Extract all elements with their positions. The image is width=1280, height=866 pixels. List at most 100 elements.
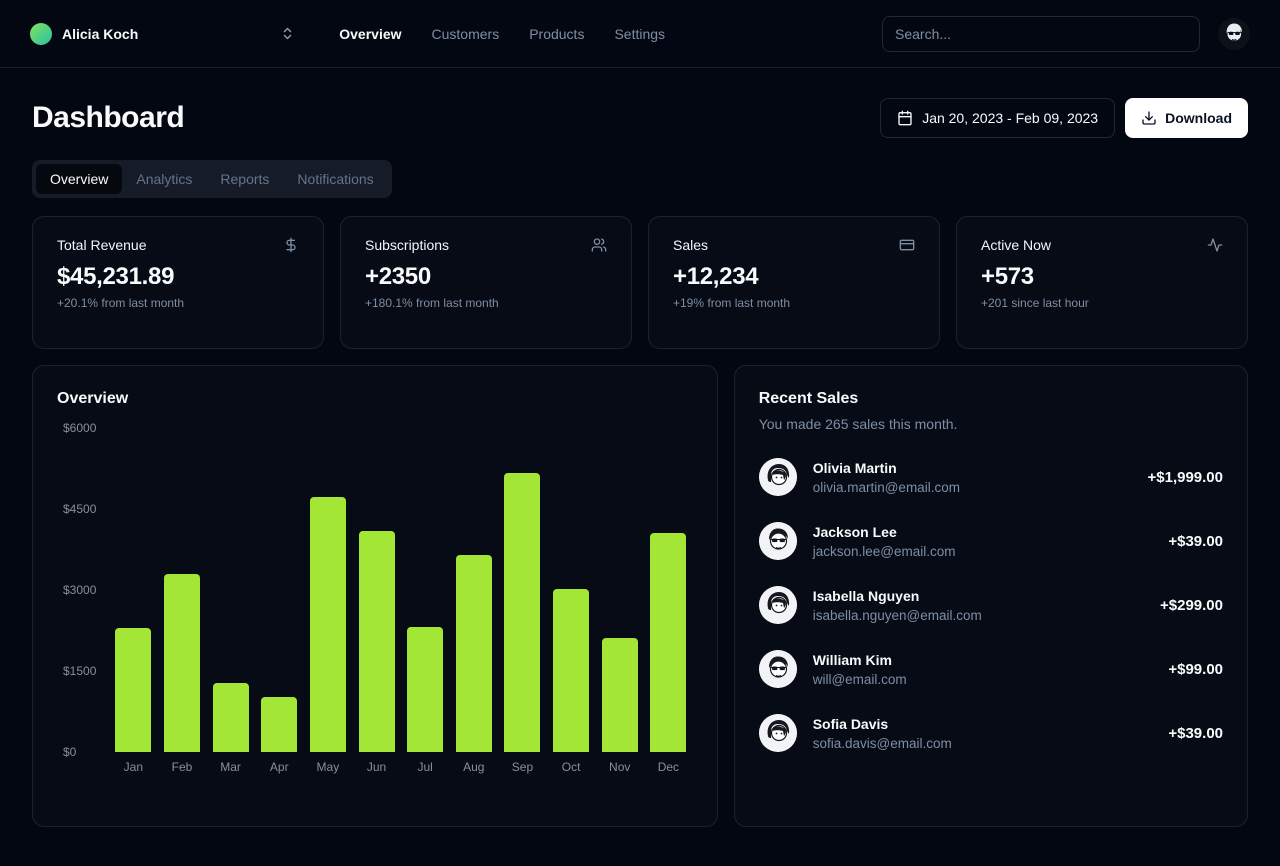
sale-row: Isabella Nguyen isabella.nguyen@email.co… bbox=[759, 586, 1223, 624]
recent-sales-list: Olivia Martin olivia.martin@email.com +$… bbox=[759, 458, 1223, 752]
dashboard-main: Dashboard Jan 20, 2023 - Feb 09, 2023 Do… bbox=[0, 98, 1280, 827]
y-tick-label: $4500 bbox=[63, 502, 96, 516]
chart-bar-mar bbox=[213, 683, 249, 752]
main-nav: Overview Customers Products Settings bbox=[339, 26, 665, 42]
chart-bar-oct bbox=[553, 589, 589, 752]
y-tick-label: $1500 bbox=[63, 664, 96, 678]
x-tick-label: Dec bbox=[644, 760, 693, 774]
top-navigation-bar: Alicia Koch Overview Customers Products … bbox=[0, 0, 1280, 68]
stat-card-subscriptions: Subscriptions +2350 +180.1% from last mo… bbox=[340, 216, 632, 349]
stat-value: +573 bbox=[981, 263, 1223, 291]
recent-sales-title: Recent Sales bbox=[759, 390, 1223, 408]
customer-name: Jackson Lee bbox=[813, 524, 956, 540]
stat-change: +201 since last hour bbox=[981, 296, 1223, 310]
customer-email: olivia.martin@email.com bbox=[813, 480, 960, 495]
page-title: Dashboard bbox=[32, 101, 184, 135]
x-tick-label: Nov bbox=[595, 760, 644, 774]
dollar-icon bbox=[283, 237, 299, 253]
bar-slot-jun bbox=[352, 428, 401, 752]
chart-bar-jun bbox=[359, 531, 395, 752]
stat-card-sales: Sales +12,234 +19% from last month bbox=[648, 216, 940, 349]
x-tick-label: Sep bbox=[498, 760, 547, 774]
overview-chart-card: Overview $0 $1500 $3000 $4500 $6000 JanFebMa… bbox=[32, 365, 718, 827]
x-tick-label: Mar bbox=[206, 760, 255, 774]
chart-bar-aug bbox=[456, 555, 492, 752]
download-label: Download bbox=[1165, 110, 1232, 126]
bar-slot-may bbox=[304, 428, 353, 752]
tab-notifications[interactable]: Notifications bbox=[283, 164, 387, 194]
customer-avatar bbox=[759, 586, 797, 624]
chart-plot-area bbox=[109, 428, 693, 752]
customer-email: jackson.lee@email.com bbox=[813, 544, 956, 559]
chart-bar-dec bbox=[650, 533, 686, 752]
sale-row: William Kim will@email.com +$99.00 bbox=[759, 650, 1223, 688]
bar-slot-feb bbox=[158, 428, 207, 752]
stat-title: Sales bbox=[673, 237, 708, 253]
x-tick-label: Oct bbox=[547, 760, 596, 774]
sale-row: Jackson Lee jackson.lee@email.com +$39.0… bbox=[759, 522, 1223, 560]
download-button[interactable]: Download bbox=[1125, 98, 1248, 138]
chart-bar-sep bbox=[504, 473, 540, 752]
page-header: Dashboard Jan 20, 2023 - Feb 09, 2023 Do… bbox=[32, 98, 1248, 138]
tab-analytics[interactable]: Analytics bbox=[122, 164, 206, 194]
stat-title: Subscriptions bbox=[365, 237, 449, 253]
bar-slot-apr bbox=[255, 428, 304, 752]
date-range-picker[interactable]: Jan 20, 2023 - Feb 09, 2023 bbox=[880, 98, 1115, 138]
recent-sales-card: Recent Sales You made 265 sales this mon… bbox=[734, 365, 1248, 827]
bar-slot-dec bbox=[644, 428, 693, 752]
sale-amount: +$39.00 bbox=[1168, 533, 1223, 550]
chart-bar-apr bbox=[261, 697, 297, 752]
x-tick-label: Jan bbox=[109, 760, 158, 774]
y-tick-label: $3000 bbox=[63, 583, 96, 597]
y-tick-label: $6000 bbox=[63, 421, 96, 435]
recent-sales-subtitle: You made 265 sales this month. bbox=[759, 416, 1223, 432]
bottom-grid: Overview $0 $1500 $3000 $4500 $6000 JanFebMa… bbox=[32, 365, 1248, 827]
chart-bar-may bbox=[310, 497, 346, 752]
stat-change: +19% from last month bbox=[673, 296, 915, 310]
customer-avatar bbox=[759, 714, 797, 752]
customer-avatar bbox=[759, 458, 797, 496]
topbar-right bbox=[882, 16, 1250, 52]
chart-x-axis: JanFebMarAprMayJunJulAugSepOctNovDec bbox=[109, 760, 693, 774]
nav-link-overview[interactable]: Overview bbox=[339, 26, 401, 42]
customer-name: William Kim bbox=[813, 652, 907, 668]
x-tick-label: Jul bbox=[401, 760, 450, 774]
chart-title: Overview bbox=[57, 390, 693, 408]
stat-title: Active Now bbox=[981, 237, 1051, 253]
credit-card-icon bbox=[899, 237, 915, 253]
bar-slot-aug bbox=[449, 428, 498, 752]
stat-card-active-now: Active Now +573 +201 since last hour bbox=[956, 216, 1248, 349]
team-switcher[interactable]: Alicia Koch bbox=[30, 23, 295, 45]
y-tick-label: $0 bbox=[63, 745, 76, 759]
bar-slot-mar bbox=[206, 428, 255, 752]
x-tick-label: Apr bbox=[255, 760, 304, 774]
nav-link-customers[interactable]: Customers bbox=[432, 26, 500, 42]
chevrons-up-down-icon bbox=[280, 26, 295, 41]
date-range-label: Jan 20, 2023 - Feb 09, 2023 bbox=[922, 110, 1098, 126]
header-actions: Jan 20, 2023 - Feb 09, 2023 Download bbox=[880, 98, 1248, 138]
dashboard-tabs: Overview Analytics Reports Notifications bbox=[32, 160, 392, 198]
bar-slot-sep bbox=[498, 428, 547, 752]
customer-email: sofia.davis@email.com bbox=[813, 736, 952, 751]
customer-avatar bbox=[759, 650, 797, 688]
search-input[interactable] bbox=[882, 16, 1200, 52]
tab-overview[interactable]: Overview bbox=[36, 164, 122, 194]
user-avatar[interactable] bbox=[1218, 18, 1250, 50]
bar-chart: $0$1500$3000$4500$6000 bbox=[57, 428, 693, 752]
chart-bar-jan bbox=[115, 628, 151, 752]
sale-row: Olivia Martin olivia.martin@email.com +$… bbox=[759, 458, 1223, 496]
users-icon bbox=[591, 237, 607, 253]
nav-link-products[interactable]: Products bbox=[529, 26, 584, 42]
stat-change: +20.1% from last month bbox=[57, 296, 299, 310]
customer-email: will@email.com bbox=[813, 672, 907, 687]
chart-bar-jul bbox=[407, 627, 443, 752]
x-tick-label: Jun bbox=[352, 760, 401, 774]
sale-row: Sofia Davis sofia.davis@email.com +$39.0… bbox=[759, 714, 1223, 752]
tab-reports[interactable]: Reports bbox=[206, 164, 283, 194]
customer-name: Sofia Davis bbox=[813, 716, 952, 732]
stat-value: +12,234 bbox=[673, 263, 915, 291]
sale-amount: +$39.00 bbox=[1168, 725, 1223, 742]
bar-slot-oct bbox=[547, 428, 596, 752]
nav-link-settings[interactable]: Settings bbox=[614, 26, 665, 42]
sale-amount: +$99.00 bbox=[1168, 661, 1223, 678]
